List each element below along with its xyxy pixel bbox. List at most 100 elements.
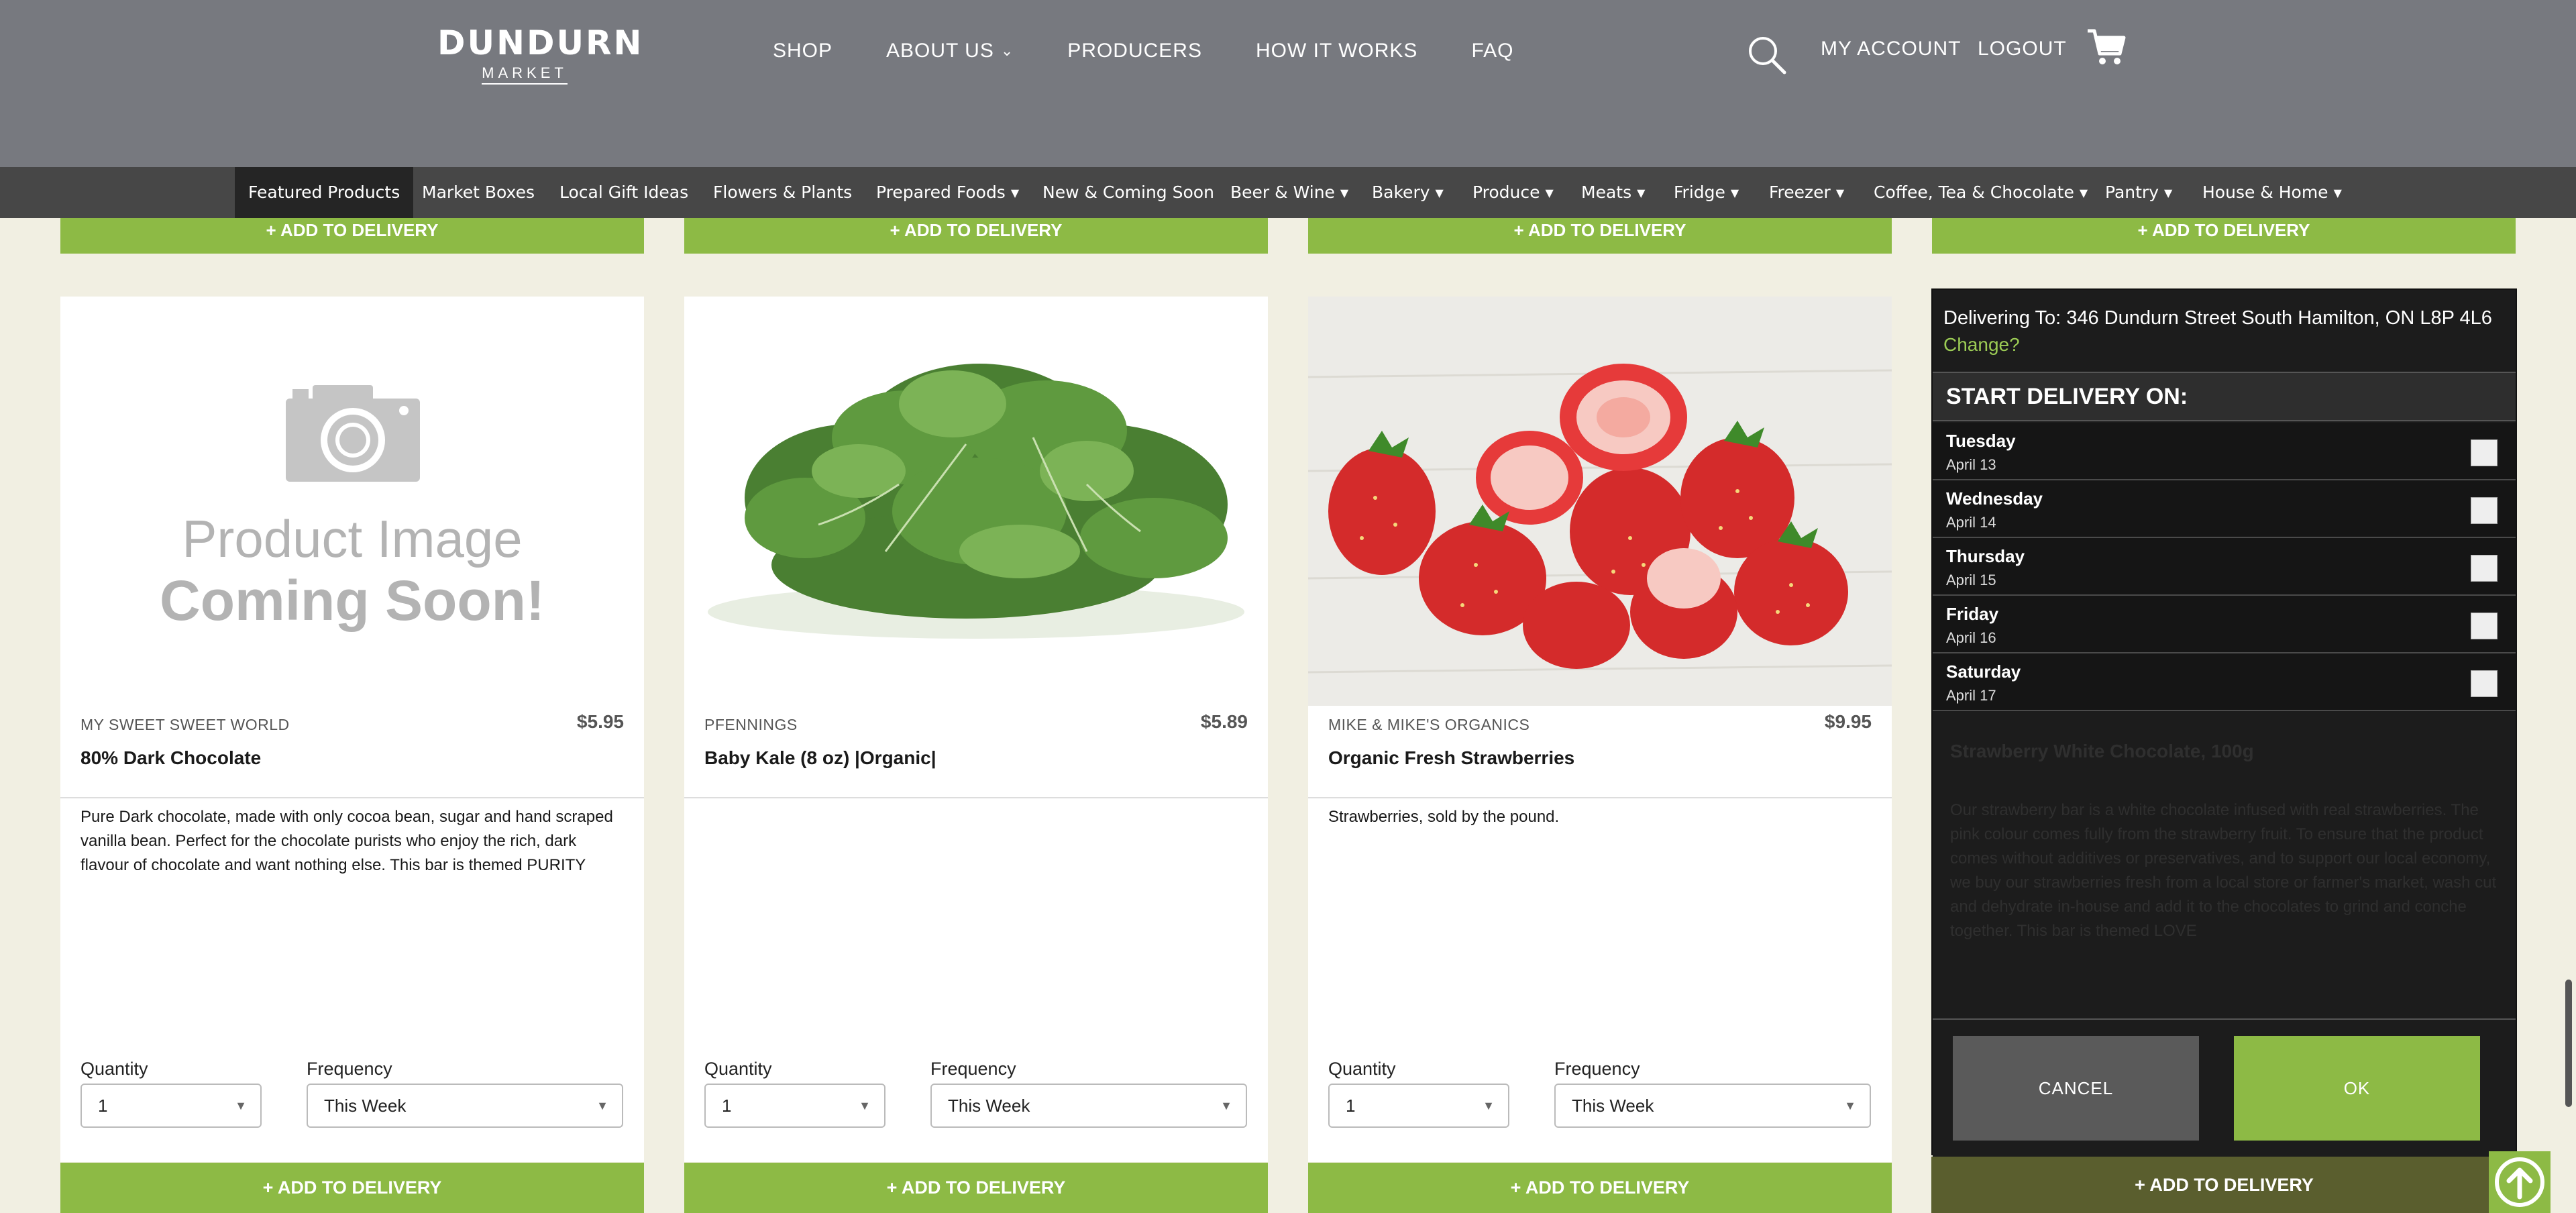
nav-shop[interactable]: SHOP (773, 38, 833, 64)
card-divider (684, 797, 1268, 798)
cat-label: Market Boxes (422, 182, 535, 202)
day-checkbox[interactable] (2471, 555, 2498, 582)
delivery-day-option[interactable]: Tuesday April 13 (1933, 423, 2516, 480)
nav-about-us[interactable]: ABOUT US ⌄ (886, 38, 1014, 64)
cat-label: Flowers & Plants (713, 182, 853, 202)
cat-new-coming-soon[interactable]: New & Coming Soon (1042, 167, 1214, 218)
cat-market-boxes[interactable]: Market Boxes (422, 167, 535, 218)
product-title[interactable]: Organic Fresh Strawberries (1328, 747, 1574, 769)
day-checkbox[interactable] (2471, 497, 2498, 524)
cancel-button[interactable]: CANCEL (1953, 1036, 2199, 1141)
nav-shop-label: SHOP (773, 40, 833, 62)
change-address-link[interactable]: Change? (1943, 334, 2020, 356)
product-title[interactable]: 80% Dark Chocolate (80, 747, 261, 769)
delivery-day-option[interactable]: Thursday April 15 (1933, 538, 2516, 596)
cat-label: Freezer (1769, 182, 1831, 202)
cat-label: Beer & Wine (1230, 182, 1335, 202)
select-arrow-icon: ▼ (1844, 1099, 1856, 1112)
product-price: $5.89 (1200, 711, 1248, 732)
cat-label: Local Gift Ideas (559, 182, 689, 202)
delivery-day-option[interactable]: Wednesday April 14 (1933, 480, 2516, 538)
frequency-select[interactable]: This Week ▼ (307, 1084, 623, 1128)
chevron-down-icon: ⌄ (1000, 42, 1014, 59)
select-arrow-icon: ▼ (1483, 1099, 1495, 1112)
delivery-day-option[interactable]: Friday April 16 (1933, 596, 2516, 653)
add-to-delivery-button[interactable]: + ADD TO DELIVERY (684, 1163, 1268, 1213)
ok-button[interactable]: OK (2234, 1036, 2480, 1141)
placeholder-line-1: Product Image (182, 509, 522, 568)
cat-bakery[interactable]: Bakery ▼ (1372, 167, 1444, 218)
frequency-label: Frequency (1554, 1059, 1640, 1079)
logout-link[interactable]: LOGOUT (1978, 38, 2067, 60)
select-arrow-icon: ▼ (859, 1099, 871, 1112)
cat-coffee-tea-chocolate[interactable]: Coffee, Tea & Chocolate ▼ (1874, 167, 2088, 218)
arrow-up-circle-icon (2495, 1157, 2544, 1207)
cat-featured-products[interactable]: Featured Products (235, 167, 414, 218)
cat-beer-wine[interactable]: Beer & Wine ▼ (1230, 167, 1348, 218)
delivery-day-option[interactable]: Saturday April 17 (1933, 653, 2516, 711)
site-header: DUNDURN MARKET SHOP ABOUT US ⌄ PRODUCERS … (0, 0, 2576, 167)
back-to-top-button[interactable] (2489, 1151, 2551, 1213)
cat-house-home[interactable]: House & Home ▼ (2202, 167, 2342, 218)
caret-down-icon: ▼ (1545, 187, 1554, 199)
product-card: PFENNINGS $5.89 Baby Kale (8 oz) |Organi… (684, 297, 1268, 1162)
add-to-delivery-button[interactable]: + ADD TO DELIVERY (1308, 218, 1892, 254)
product-description: Pure Dark chocolate, made with only coco… (80, 808, 613, 874)
frequency-label: Frequency (307, 1059, 392, 1079)
quantity-select[interactable]: 1 ▼ (80, 1084, 262, 1128)
obscured-product-title: Strawberry White Chocolate, 100g (1950, 741, 2254, 761)
producer-name[interactable]: MIKE & MIKE'S ORGANICS (1328, 716, 1529, 734)
day-checkbox[interactable] (2471, 613, 2498, 639)
add-to-delivery-button[interactable]: + ADD TO DELIVERY (60, 218, 644, 254)
quantity-label: Quantity (704, 1059, 772, 1079)
search-icon[interactable] (1746, 34, 1788, 76)
cat-label: Featured Products (248, 182, 400, 202)
add-to-delivery-button[interactable]: + ADD TO DELIVERY (60, 1163, 644, 1213)
cat-prepared-foods[interactable]: Prepared Foods ▼ (876, 167, 1019, 218)
cat-local-gift-ideas[interactable]: Local Gift Ideas (559, 167, 688, 218)
quantity-select[interactable]: 1 ▼ (704, 1084, 885, 1128)
product-image[interactable] (1308, 297, 1892, 706)
producer-name[interactable]: MY SWEET SWEET WORLD (80, 716, 290, 734)
producer-name[interactable]: PFENNINGS (704, 716, 798, 734)
frequency-select[interactable]: This Week ▼ (930, 1084, 1247, 1128)
cat-meats[interactable]: Meats ▼ (1581, 167, 1645, 218)
day-name: Thursday (1946, 546, 2025, 566)
product-title[interactable]: Baby Kale (8 oz) |Organic| (704, 747, 936, 769)
day-checkbox[interactable] (2471, 439, 2498, 466)
day-date: April 13 (1946, 456, 1996, 473)
day-date: April 16 (1946, 629, 1996, 646)
logo-main-text: DUNDURN (437, 23, 644, 62)
caret-down-icon: ▼ (2333, 187, 2342, 199)
camera-icon: Product Image Coming Soon! (160, 385, 545, 632)
cat-fridge[interactable]: Fridge ▼ (1674, 167, 1739, 218)
quantity-select[interactable]: 1 ▼ (1328, 1084, 1509, 1128)
cat-label: Produce (1472, 182, 1540, 202)
site-logo[interactable]: DUNDURN MARKET (437, 23, 644, 85)
cart-icon[interactable] (2085, 25, 2128, 68)
cat-flowers-plants[interactable]: Flowers & Plants (713, 167, 852, 218)
caret-down-icon: ▼ (1637, 187, 1646, 199)
delivery-address: Delivering To: 346 Dundurn Street South … (1943, 307, 2492, 329)
product-image[interactable] (684, 297, 1268, 706)
add-to-delivery-button[interactable]: + ADD TO DELIVERY (1932, 218, 2516, 254)
quantity-value: 1 (1346, 1096, 1356, 1116)
add-to-delivery-button[interactable]: + ADD TO DELIVERY (1931, 1157, 2517, 1213)
cat-produce[interactable]: Produce ▼ (1472, 167, 1554, 218)
frequency-select[interactable]: This Week ▼ (1554, 1084, 1871, 1128)
select-arrow-icon: ▼ (1220, 1099, 1232, 1112)
nav-how-it-works[interactable]: HOW IT WORKS (1256, 38, 1417, 64)
cat-label: Fridge (1674, 182, 1725, 202)
nav-producers[interactable]: PRODUCERS (1067, 38, 1202, 64)
nav-faq[interactable]: FAQ (1471, 38, 1513, 64)
add-to-delivery-button[interactable]: + ADD TO DELIVERY (684, 218, 1268, 254)
my-account-link[interactable]: MY ACCOUNT (1821, 38, 1961, 60)
scrollbar-thumb[interactable] (2565, 980, 2572, 1107)
day-checkbox[interactable] (2471, 670, 2498, 697)
day-date: April 15 (1946, 572, 1996, 588)
cat-freezer[interactable]: Freezer ▼ (1769, 167, 1844, 218)
add-to-delivery-button[interactable]: + ADD TO DELIVERY (1308, 1163, 1892, 1213)
cat-pantry[interactable]: Pantry ▼ (2105, 167, 2172, 218)
day-name: Friday (1946, 604, 1999, 624)
product-card: Product Image Coming Soon! MY SWEET SWEE… (60, 297, 644, 1162)
